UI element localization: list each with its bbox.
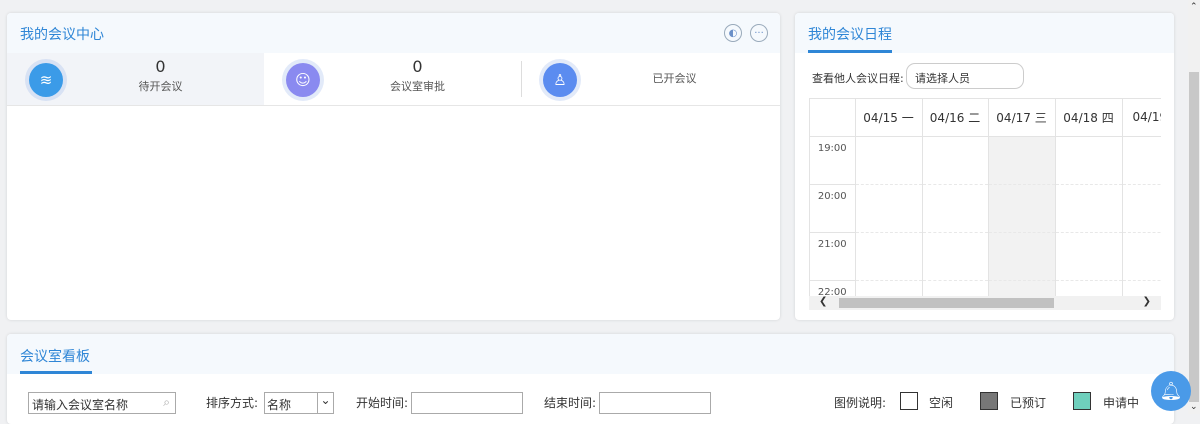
slot[interactable] bbox=[988, 232, 1056, 281]
my-schedule-panel: 我的会议日程 查看他人会议日程: 请选择人员 04/15 一 04/16 二 0… bbox=[795, 13, 1174, 320]
slot[interactable] bbox=[1122, 232, 1161, 281]
slot[interactable] bbox=[1055, 232, 1123, 281]
scroll-left-icon[interactable]: ❮ bbox=[819, 296, 827, 307]
active-tab-indicator bbox=[20, 371, 92, 374]
notification-bell-button[interactable]: 🔔︎ bbox=[1151, 371, 1191, 411]
horizontal-scrollbar[interactable]: ❮ ❯ bbox=[809, 296, 1161, 310]
more-icon[interactable]: ··· bbox=[750, 24, 768, 42]
contrast-icon[interactable]: ◐ bbox=[724, 24, 742, 42]
slot[interactable] bbox=[922, 136, 989, 185]
stat-label: 会议室审批 bbox=[390, 80, 445, 93]
scroll-thumb[interactable] bbox=[839, 298, 1054, 308]
other-schedule-label: 查看他人会议日程: bbox=[812, 72, 904, 85]
slot[interactable] bbox=[1122, 184, 1161, 233]
stat-room-approval[interactable]: ☺ 0 会议室审批 bbox=[264, 53, 521, 105]
stat-count: 0 bbox=[155, 57, 166, 76]
chevron-down-icon: ⌄ bbox=[317, 393, 333, 413]
slot[interactable] bbox=[855, 184, 923, 233]
slot[interactable] bbox=[988, 184, 1056, 233]
slot[interactable] bbox=[1055, 136, 1123, 185]
scroll-up-icon[interactable]: ⌃ bbox=[1190, 2, 1198, 12]
stat-count: 0 bbox=[412, 57, 423, 76]
legend-pending: 申请中 bbox=[1103, 396, 1140, 410]
stat-pending-meetings[interactable]: ≋ 0 待开会议 bbox=[7, 53, 264, 105]
slot[interactable] bbox=[988, 136, 1056, 185]
day-header: 04/16 二 bbox=[922, 99, 989, 137]
stat-label: 待开会议 bbox=[138, 80, 183, 93]
stat-label: 已开会议 bbox=[652, 72, 697, 85]
room-board-panel: 会议室看板 请输入会议室名称 ⌕ 排序方式: 名称 ⌄ 开始时间: 结束时间: 图例… bbox=[7, 334, 1174, 424]
end-time-label: 结束时间: bbox=[544, 396, 597, 410]
slot[interactable] bbox=[855, 232, 923, 281]
panel-title: 我的会议日程 bbox=[808, 27, 892, 43]
start-time-label: 开始时间: bbox=[356, 396, 409, 410]
end-time-input[interactable] bbox=[599, 392, 711, 414]
day-header: 04/15 一 bbox=[855, 99, 923, 137]
scroll-right-icon[interactable]: ❯ bbox=[1143, 296, 1151, 307]
scroll-down-icon[interactable]: ⌄ bbox=[1190, 402, 1198, 412]
divider bbox=[521, 61, 522, 97]
active-tab-indicator bbox=[808, 50, 892, 53]
time-label: 21:00 bbox=[810, 232, 856, 281]
day-header: 04/17 三 bbox=[988, 99, 1056, 137]
search-placeholder: 请输入会议室名称 bbox=[32, 398, 129, 412]
slot[interactable] bbox=[1122, 136, 1161, 185]
sort-select[interactable]: 名称 ⌄ bbox=[264, 392, 334, 414]
slot[interactable] bbox=[1055, 184, 1123, 233]
stat-held-meetings[interactable]: ♙ 已开会议 bbox=[521, 53, 778, 105]
page-scrollbar[interactable]: ⌃ ⌄ bbox=[1188, 0, 1200, 414]
meeting-center-panel: 我的会议中心 ◐ ··· ≋ 0 待开会议 ☺ 0 会议室审批 ♙ 已开会议 bbox=[7, 13, 780, 320]
legend-swatch-booked bbox=[980, 392, 998, 410]
legend-swatch-pending bbox=[1073, 392, 1091, 410]
sort-value: 名称 bbox=[267, 398, 292, 412]
day-header: 04/19 bbox=[1122, 99, 1161, 137]
panel-header: 我的会议中心 ◐ ··· bbox=[7, 13, 780, 53]
slot[interactable] bbox=[922, 184, 989, 233]
legend-label: 图例说明: bbox=[834, 396, 887, 410]
scroll-thumb[interactable] bbox=[1189, 72, 1199, 402]
search-icon: ⌕ bbox=[163, 395, 170, 409]
slot[interactable] bbox=[855, 136, 923, 185]
day-header: 04/18 四 bbox=[1055, 99, 1123, 137]
room-search-input[interactable]: 请输入会议室名称 ⌕ bbox=[28, 392, 176, 414]
time-label: 19:00 bbox=[810, 136, 856, 185]
time-label: 20:00 bbox=[810, 184, 856, 233]
person-select[interactable]: 请选择人员 bbox=[906, 63, 1024, 89]
bell-icon: 🔔︎ bbox=[1159, 380, 1183, 402]
start-time-input[interactable] bbox=[411, 392, 523, 414]
panel-title: 我的会议中心 bbox=[20, 27, 104, 43]
legend-booked: 已预订 bbox=[1010, 396, 1047, 410]
slot[interactable] bbox=[922, 232, 989, 281]
panel-title: 会议室看板 bbox=[20, 349, 90, 365]
calendar-grid: 04/15 一 04/16 二 04/17 三 04/18 四 04/19 19… bbox=[809, 98, 1161, 310]
legend-free: 空闲 bbox=[929, 396, 954, 410]
legend-swatch-free bbox=[900, 392, 918, 410]
sort-label: 排序方式: bbox=[206, 396, 259, 410]
